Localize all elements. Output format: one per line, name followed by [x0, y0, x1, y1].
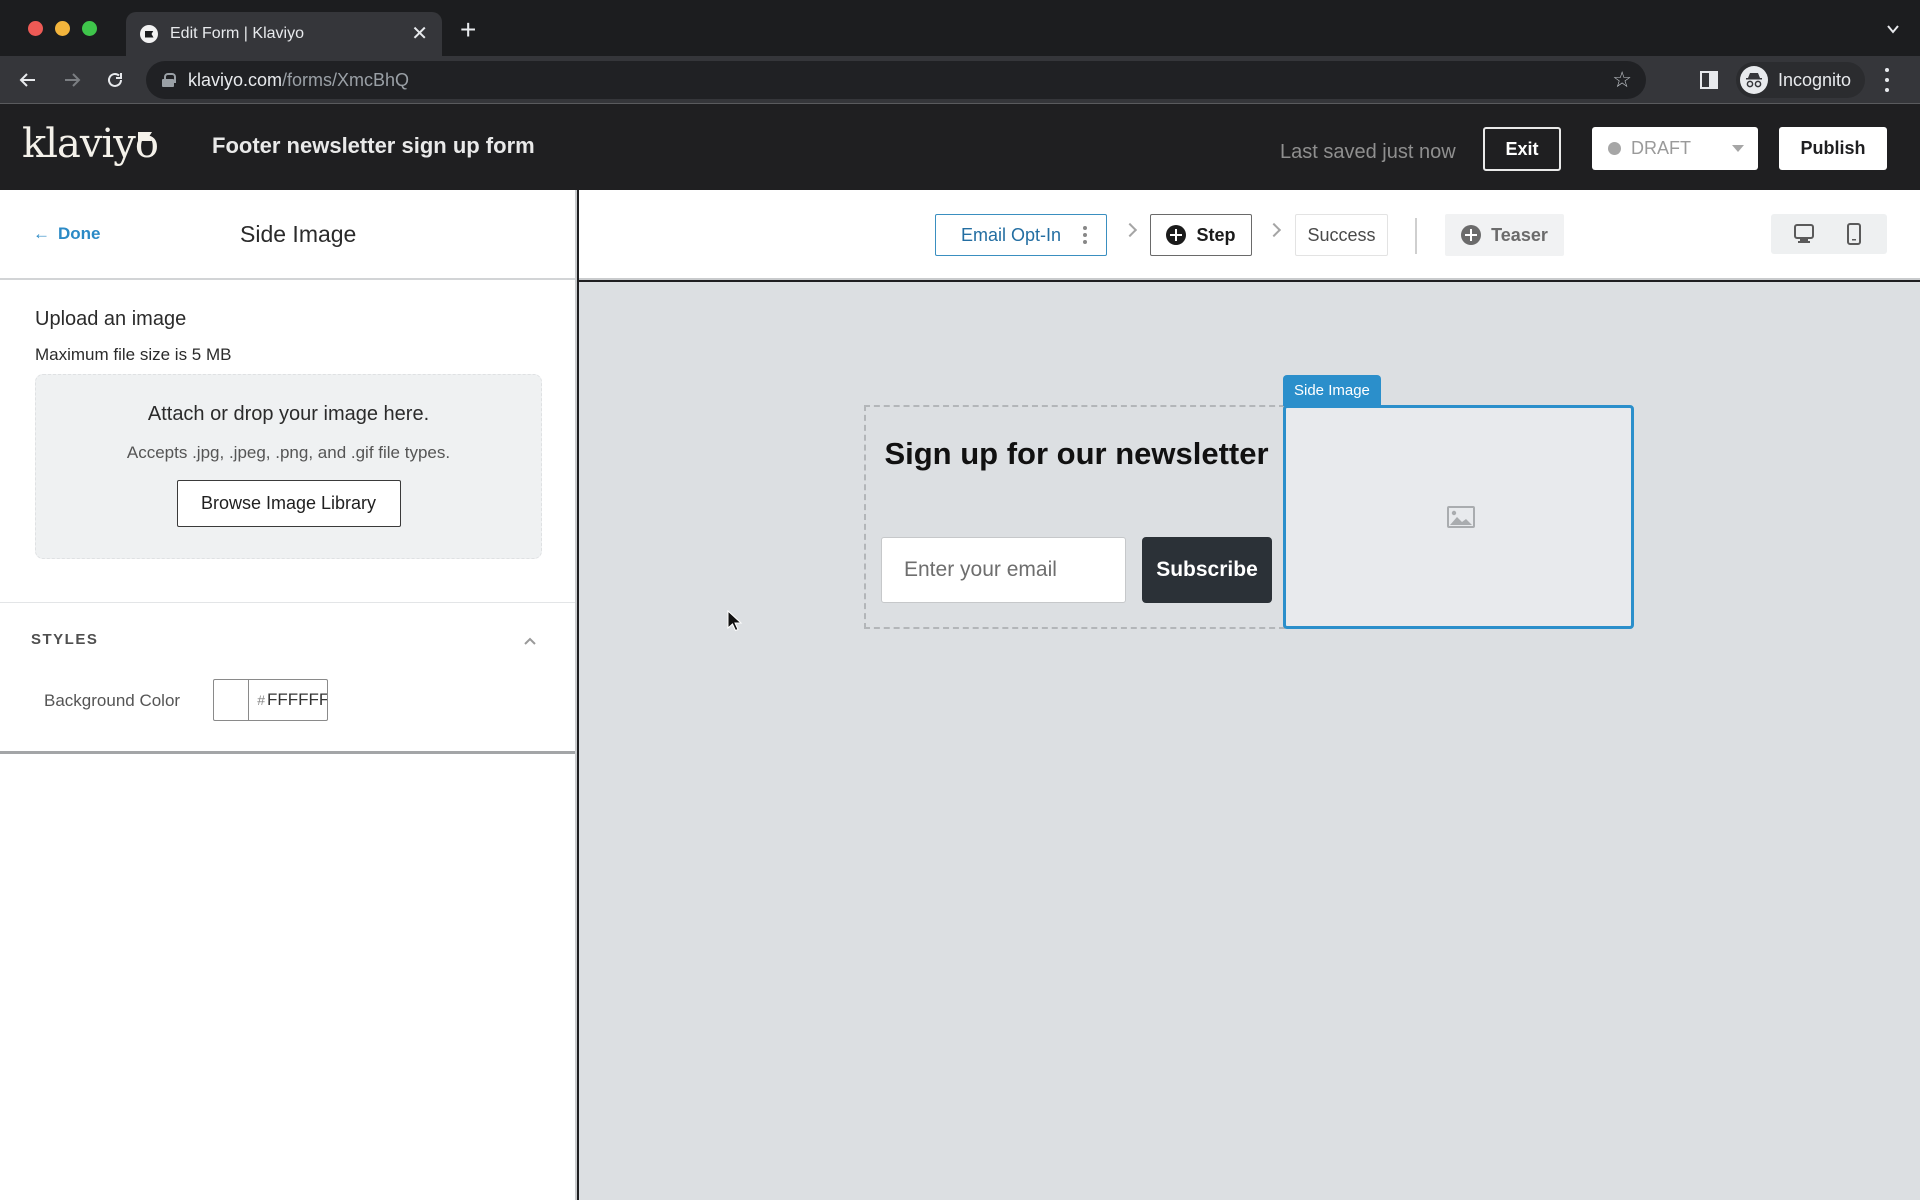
- exit-button[interactable]: Exit: [1483, 127, 1561, 171]
- add-step-button[interactable]: Step: [1150, 214, 1252, 256]
- publish-button[interactable]: Publish: [1779, 127, 1887, 170]
- side-image-tag[interactable]: Side Image: [1283, 375, 1381, 406]
- color-swatch[interactable]: [214, 680, 250, 720]
- panel-header: ← Done Side Image: [0, 190, 575, 280]
- app-header: klaviyo Footer newsletter sign up form L…: [0, 105, 1920, 190]
- tab-search-chevron-icon[interactable]: [1886, 22, 1900, 36]
- styles-heading: STYLES: [31, 631, 99, 648]
- window-close-button[interactable]: [28, 21, 43, 36]
- styles-section: STYLES Background Color #: [0, 602, 575, 754]
- background-color-field: #: [213, 679, 328, 721]
- klaviyo-logo[interactable]: klaviyo: [22, 121, 159, 167]
- add-teaser-button[interactable]: Teaser: [1445, 214, 1564, 256]
- browse-image-library-button[interactable]: Browse Image Library: [176, 480, 401, 527]
- form-content-block[interactable]: Sign up for our newsletter Subscribe: [864, 405, 1285, 629]
- browser-tab-active[interactable]: Edit Form | Klaviyo ✕: [126, 12, 442, 56]
- mobile-preview-button[interactable]: [1839, 219, 1869, 249]
- dropzone-subtitle: Accepts .jpg, .jpeg, .png, and .gif file…: [126, 443, 451, 462]
- upload-section: Upload an image Maximum file size is 5 M…: [0, 308, 575, 559]
- form-title: Footer newsletter sign up form: [212, 133, 535, 158]
- done-label: Done: [58, 224, 101, 243]
- form-canvas: Sign up for our newsletter Subscribe Sid…: [579, 282, 1920, 1200]
- caret-down-icon: [1732, 145, 1744, 152]
- email-field[interactable]: [881, 537, 1126, 603]
- background-color-label: Background Color: [44, 691, 181, 710]
- browser-menu-icon[interactable]: [1884, 68, 1890, 92]
- image-dropzone[interactable]: Attach or drop your image here. Accepts …: [35, 374, 542, 559]
- reload-icon[interactable]: [101, 66, 129, 94]
- browser-toolbar: klaviyo.com/forms/XmcBhQ ☆ Incognito: [0, 56, 1920, 104]
- mobile-icon: [1847, 223, 1861, 245]
- status-dot-icon: [1608, 142, 1621, 155]
- properties-panel: ← Done Side Image Upload an image Maximu…: [0, 190, 577, 1200]
- new-tab-icon[interactable]: +: [460, 16, 476, 44]
- desktop-preview-button[interactable]: [1789, 219, 1819, 249]
- done-link[interactable]: ← Done: [33, 224, 101, 244]
- plus-circle-icon: [1166, 225, 1187, 245]
- chevron-right-icon: [1122, 222, 1138, 238]
- tab-close-icon[interactable]: ✕: [411, 24, 428, 44]
- bookmark-star-icon[interactable]: ☆: [1612, 69, 1632, 91]
- hash-prefix: #: [257, 692, 265, 708]
- url-host: klaviyo.com: [188, 69, 283, 90]
- image-placeholder-icon: [1447, 506, 1475, 528]
- step-label: Email Opt-In: [960, 224, 1062, 245]
- upload-heading: Upload an image: [35, 308, 187, 330]
- max-file-size: Maximum file size is 5 MB: [35, 345, 232, 364]
- address-bar[interactable]: klaviyo.com/forms/XmcBhQ ☆: [146, 61, 1646, 99]
- form-heading[interactable]: Sign up for our newsletter: [866, 435, 1287, 472]
- device-toggle: [1771, 214, 1887, 254]
- incognito-label: Incognito: [1778, 69, 1852, 90]
- step-success[interactable]: Success: [1295, 214, 1388, 256]
- incognito-profile-button[interactable]: Incognito: [1736, 62, 1866, 98]
- url-path: /forms/XmcBhQ: [282, 69, 410, 90]
- desktop-icon: [1794, 224, 1814, 243]
- subscribe-button[interactable]: Subscribe: [1142, 537, 1272, 603]
- browser-tabstrip: Edit Form | Klaviyo ✕ +: [0, 0, 1920, 56]
- window-maximize-button[interactable]: [82, 21, 97, 36]
- step-label: Step: [1196, 224, 1236, 245]
- klaviyo-favicon-icon: [140, 25, 158, 43]
- last-saved-status: Last saved just now: [1280, 141, 1456, 163]
- chevron-up-icon[interactable]: [524, 635, 536, 647]
- side-panel-icon[interactable]: [1700, 71, 1718, 89]
- background-color-hex-input[interactable]: [267, 690, 327, 710]
- status-label: DRAFT: [1631, 138, 1691, 158]
- back-arrow-icon[interactable]: [14, 66, 42, 94]
- side-image-block[interactable]: [1283, 405, 1634, 629]
- status-dropdown[interactable]: DRAFT: [1592, 127, 1758, 170]
- more-vertical-icon[interactable]: [1083, 226, 1088, 244]
- chevron-right-icon: [1266, 222, 1282, 238]
- dropzone-title: Attach or drop your image here.: [147, 403, 430, 425]
- arrow-left-icon: ←: [33, 224, 50, 243]
- panel-title: Side Image: [240, 221, 357, 247]
- forward-arrow-icon[interactable]: [58, 66, 86, 94]
- step-bar: Email Opt-In Step Success Teaser: [579, 190, 1920, 280]
- teaser-label: Teaser: [1491, 224, 1548, 245]
- hex-wrap: #: [249, 680, 327, 720]
- window-minimize-button[interactable]: [55, 21, 70, 36]
- step-email-opt-in[interactable]: Email Opt-In: [935, 214, 1107, 256]
- divider: [1415, 218, 1417, 254]
- lock-icon: [162, 73, 176, 87]
- plus-circle-icon: [1461, 225, 1482, 245]
- step-label: Success: [1307, 224, 1376, 245]
- incognito-icon: [1740, 66, 1768, 94]
- tab-title: Edit Form | Klaviyo: [170, 25, 304, 42]
